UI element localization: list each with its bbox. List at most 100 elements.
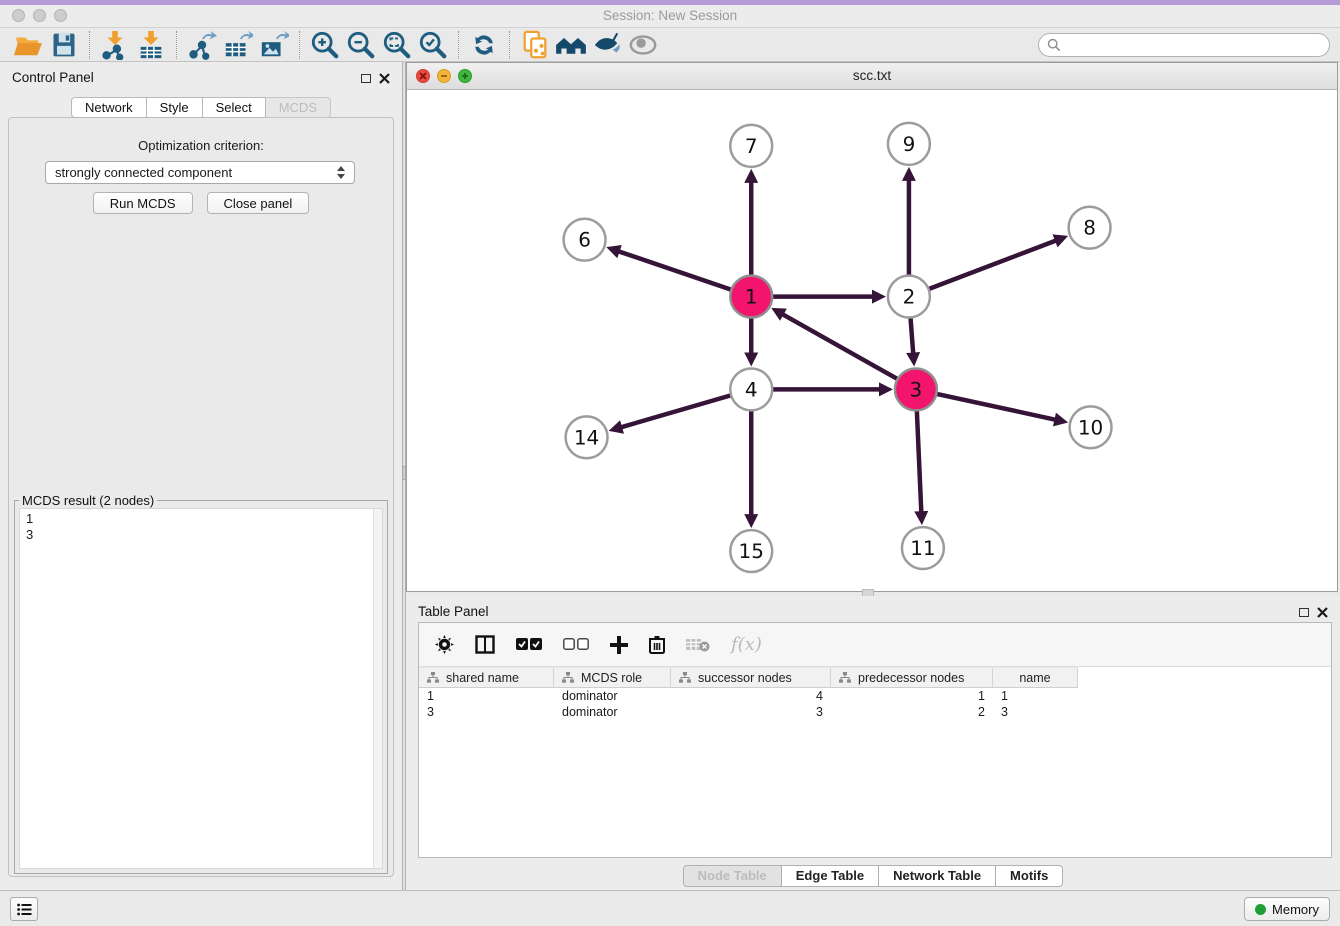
run-mcds-button[interactable]: Run MCDS xyxy=(93,192,193,214)
memory-button[interactable]: Memory xyxy=(1244,897,1330,921)
graph-edge-4-14[interactable] xyxy=(609,394,736,434)
graph-node-14[interactable]: 14 xyxy=(566,416,608,458)
tab-node-table[interactable]: Node Table xyxy=(683,865,782,887)
application-window: Session: New Session xyxy=(0,0,1340,926)
graph-node-1[interactable]: 1 xyxy=(730,276,772,318)
search-field[interactable] xyxy=(1038,33,1330,57)
graph-node-7[interactable]: 7 xyxy=(730,125,772,167)
tab-network-table[interactable]: Network Table xyxy=(879,865,996,887)
close-panel-button[interactable]: Close panel xyxy=(207,192,310,214)
table-cell-shared-name[interactable]: 3 xyxy=(419,704,554,720)
table-cell-mcds-role[interactable]: dominator xyxy=(554,704,671,720)
column-header-shared-name[interactable]: shared name xyxy=(419,668,554,687)
table-cell-mcds-role[interactable]: dominator xyxy=(554,688,671,704)
graph-edge-4-3[interactable] xyxy=(767,382,893,396)
close-table-panel-icon[interactable] xyxy=(1317,607,1328,618)
select-all-columns-icon[interactable] xyxy=(516,638,542,651)
search-input[interactable] xyxy=(1066,37,1321,52)
table-cell-successor-nodes[interactable]: 4 xyxy=(671,688,831,704)
float-panel-icon[interactable] xyxy=(361,74,371,83)
table-cell-name[interactable]: 1 xyxy=(993,688,1078,704)
criterion-select[interactable]: strongly connected component xyxy=(45,161,355,184)
network-view-window: scc.txt 1 2 3 4 6 7 8 9 10 11 14 15 xyxy=(406,62,1338,592)
graph-edge-2-3[interactable] xyxy=(906,313,920,367)
deselect-all-columns-icon[interactable] xyxy=(563,638,589,651)
column-header-name[interactable]: name xyxy=(993,668,1078,687)
graph-edge-3-10[interactable] xyxy=(932,393,1069,427)
graph-edge-1-4[interactable] xyxy=(744,313,758,367)
graph-edge-2-9[interactable] xyxy=(902,167,916,281)
tab-style[interactable]: Style xyxy=(147,97,203,118)
graph-edge-2-8[interactable] xyxy=(924,234,1068,291)
zoom-out-icon[interactable] xyxy=(343,30,379,60)
open-session-icon[interactable] xyxy=(10,30,46,60)
add-column-icon[interactable] xyxy=(610,636,628,654)
table-cell-shared-name[interactable]: 1 xyxy=(419,688,554,704)
graph-node-2[interactable]: 2 xyxy=(888,276,930,318)
graph-edge-1-6[interactable] xyxy=(606,245,736,291)
table-cell-name[interactable]: 3 xyxy=(993,704,1078,720)
network-close-icon[interactable] xyxy=(416,69,430,83)
export-network-icon[interactable] xyxy=(184,30,220,60)
graph-node-10[interactable]: 10 xyxy=(1070,406,1112,448)
graph-node-9[interactable]: 9 xyxy=(888,123,930,165)
graph-node-15[interactable]: 15 xyxy=(730,530,772,572)
table-settings-icon[interactable] xyxy=(435,635,454,654)
network-graph[interactable]: 1 2 3 4 6 7 8 9 10 11 14 15 xyxy=(407,90,1337,591)
export-table-icon[interactable] xyxy=(220,30,256,60)
export-image-icon[interactable] xyxy=(256,30,292,60)
copy-network-icon[interactable] xyxy=(517,30,553,60)
svg-text:8: 8 xyxy=(1083,216,1096,240)
task-history-icon[interactable] xyxy=(10,897,38,921)
svg-text:11: 11 xyxy=(910,536,935,560)
table-row[interactable]: 1dominator411 xyxy=(419,688,1331,704)
window-title: Session: New Session xyxy=(0,8,1340,23)
import-table-icon[interactable] xyxy=(133,30,169,60)
column-header-predecessor-nodes[interactable]: predecessor nodes xyxy=(831,668,993,687)
show-column-panel-icon[interactable] xyxy=(475,635,495,654)
graph-node-3[interactable]: 3 xyxy=(895,368,937,410)
table-column-header-row: shared nameMCDS rolesuccessor nodesprede… xyxy=(419,667,1078,688)
float-table-panel-icon[interactable] xyxy=(1299,608,1309,617)
network-minimize-icon[interactable] xyxy=(437,69,451,83)
table-cell-successor-nodes[interactable]: 3 xyxy=(671,704,831,720)
zoom-in-icon[interactable] xyxy=(307,30,343,60)
table-cell-predecessor-nodes[interactable]: 2 xyxy=(831,704,993,720)
graph-edge-1-7[interactable] xyxy=(744,169,758,281)
tab-mcds[interactable]: MCDS xyxy=(266,97,331,118)
result-scrollbar[interactable] xyxy=(373,509,382,868)
show-selection-icon[interactable] xyxy=(625,30,661,60)
table-row[interactable]: 3dominator323 xyxy=(419,704,1331,720)
graph-node-8[interactable]: 8 xyxy=(1069,207,1111,249)
table-panel-title: Table Panel xyxy=(418,604,489,619)
hide-selection-icon[interactable] xyxy=(589,30,625,60)
close-panel-icon[interactable] xyxy=(379,73,390,84)
graph-node-11[interactable]: 11 xyxy=(902,527,944,569)
mcds-result-text[interactable]: 1 3 xyxy=(19,508,383,869)
refresh-icon[interactable] xyxy=(466,30,502,60)
graph-node-4[interactable]: 4 xyxy=(730,368,772,410)
tab-network[interactable]: Network xyxy=(71,97,147,118)
zoom-fit-icon[interactable] xyxy=(379,30,415,60)
save-session-icon[interactable] xyxy=(46,30,82,60)
network-maximize-icon[interactable] xyxy=(458,69,472,83)
tab-edge-table[interactable]: Edge Table xyxy=(782,865,879,887)
apply-function-icon: f(x) xyxy=(731,634,762,655)
import-network-icon[interactable] xyxy=(97,30,133,60)
zoom-selected-icon[interactable] xyxy=(415,30,451,60)
table-cell-predecessor-nodes[interactable]: 1 xyxy=(831,688,993,704)
home-view-icon[interactable] xyxy=(553,30,589,60)
delete-column-icon[interactable] xyxy=(649,635,665,654)
graph-edge-3-1[interactable] xyxy=(771,308,902,382)
tab-motifs[interactable]: Motifs xyxy=(996,865,1063,887)
column-header-mcds-role[interactable]: MCDS role xyxy=(554,668,671,687)
network-window-titlebar[interactable]: scc.txt xyxy=(407,63,1337,90)
graph-edge-4-15[interactable] xyxy=(744,405,758,528)
svg-text:1: 1 xyxy=(745,285,758,309)
graph-edge-3-11[interactable] xyxy=(914,405,928,525)
graph-node-6[interactable]: 6 xyxy=(564,219,606,261)
tab-select[interactable]: Select xyxy=(203,97,266,118)
graph-edge-1-2[interactable] xyxy=(767,290,886,304)
column-header-successor-nodes[interactable]: successor nodes xyxy=(671,668,831,687)
network-canvas[interactable]: 1 2 3 4 6 7 8 9 10 11 14 15 xyxy=(407,90,1337,591)
